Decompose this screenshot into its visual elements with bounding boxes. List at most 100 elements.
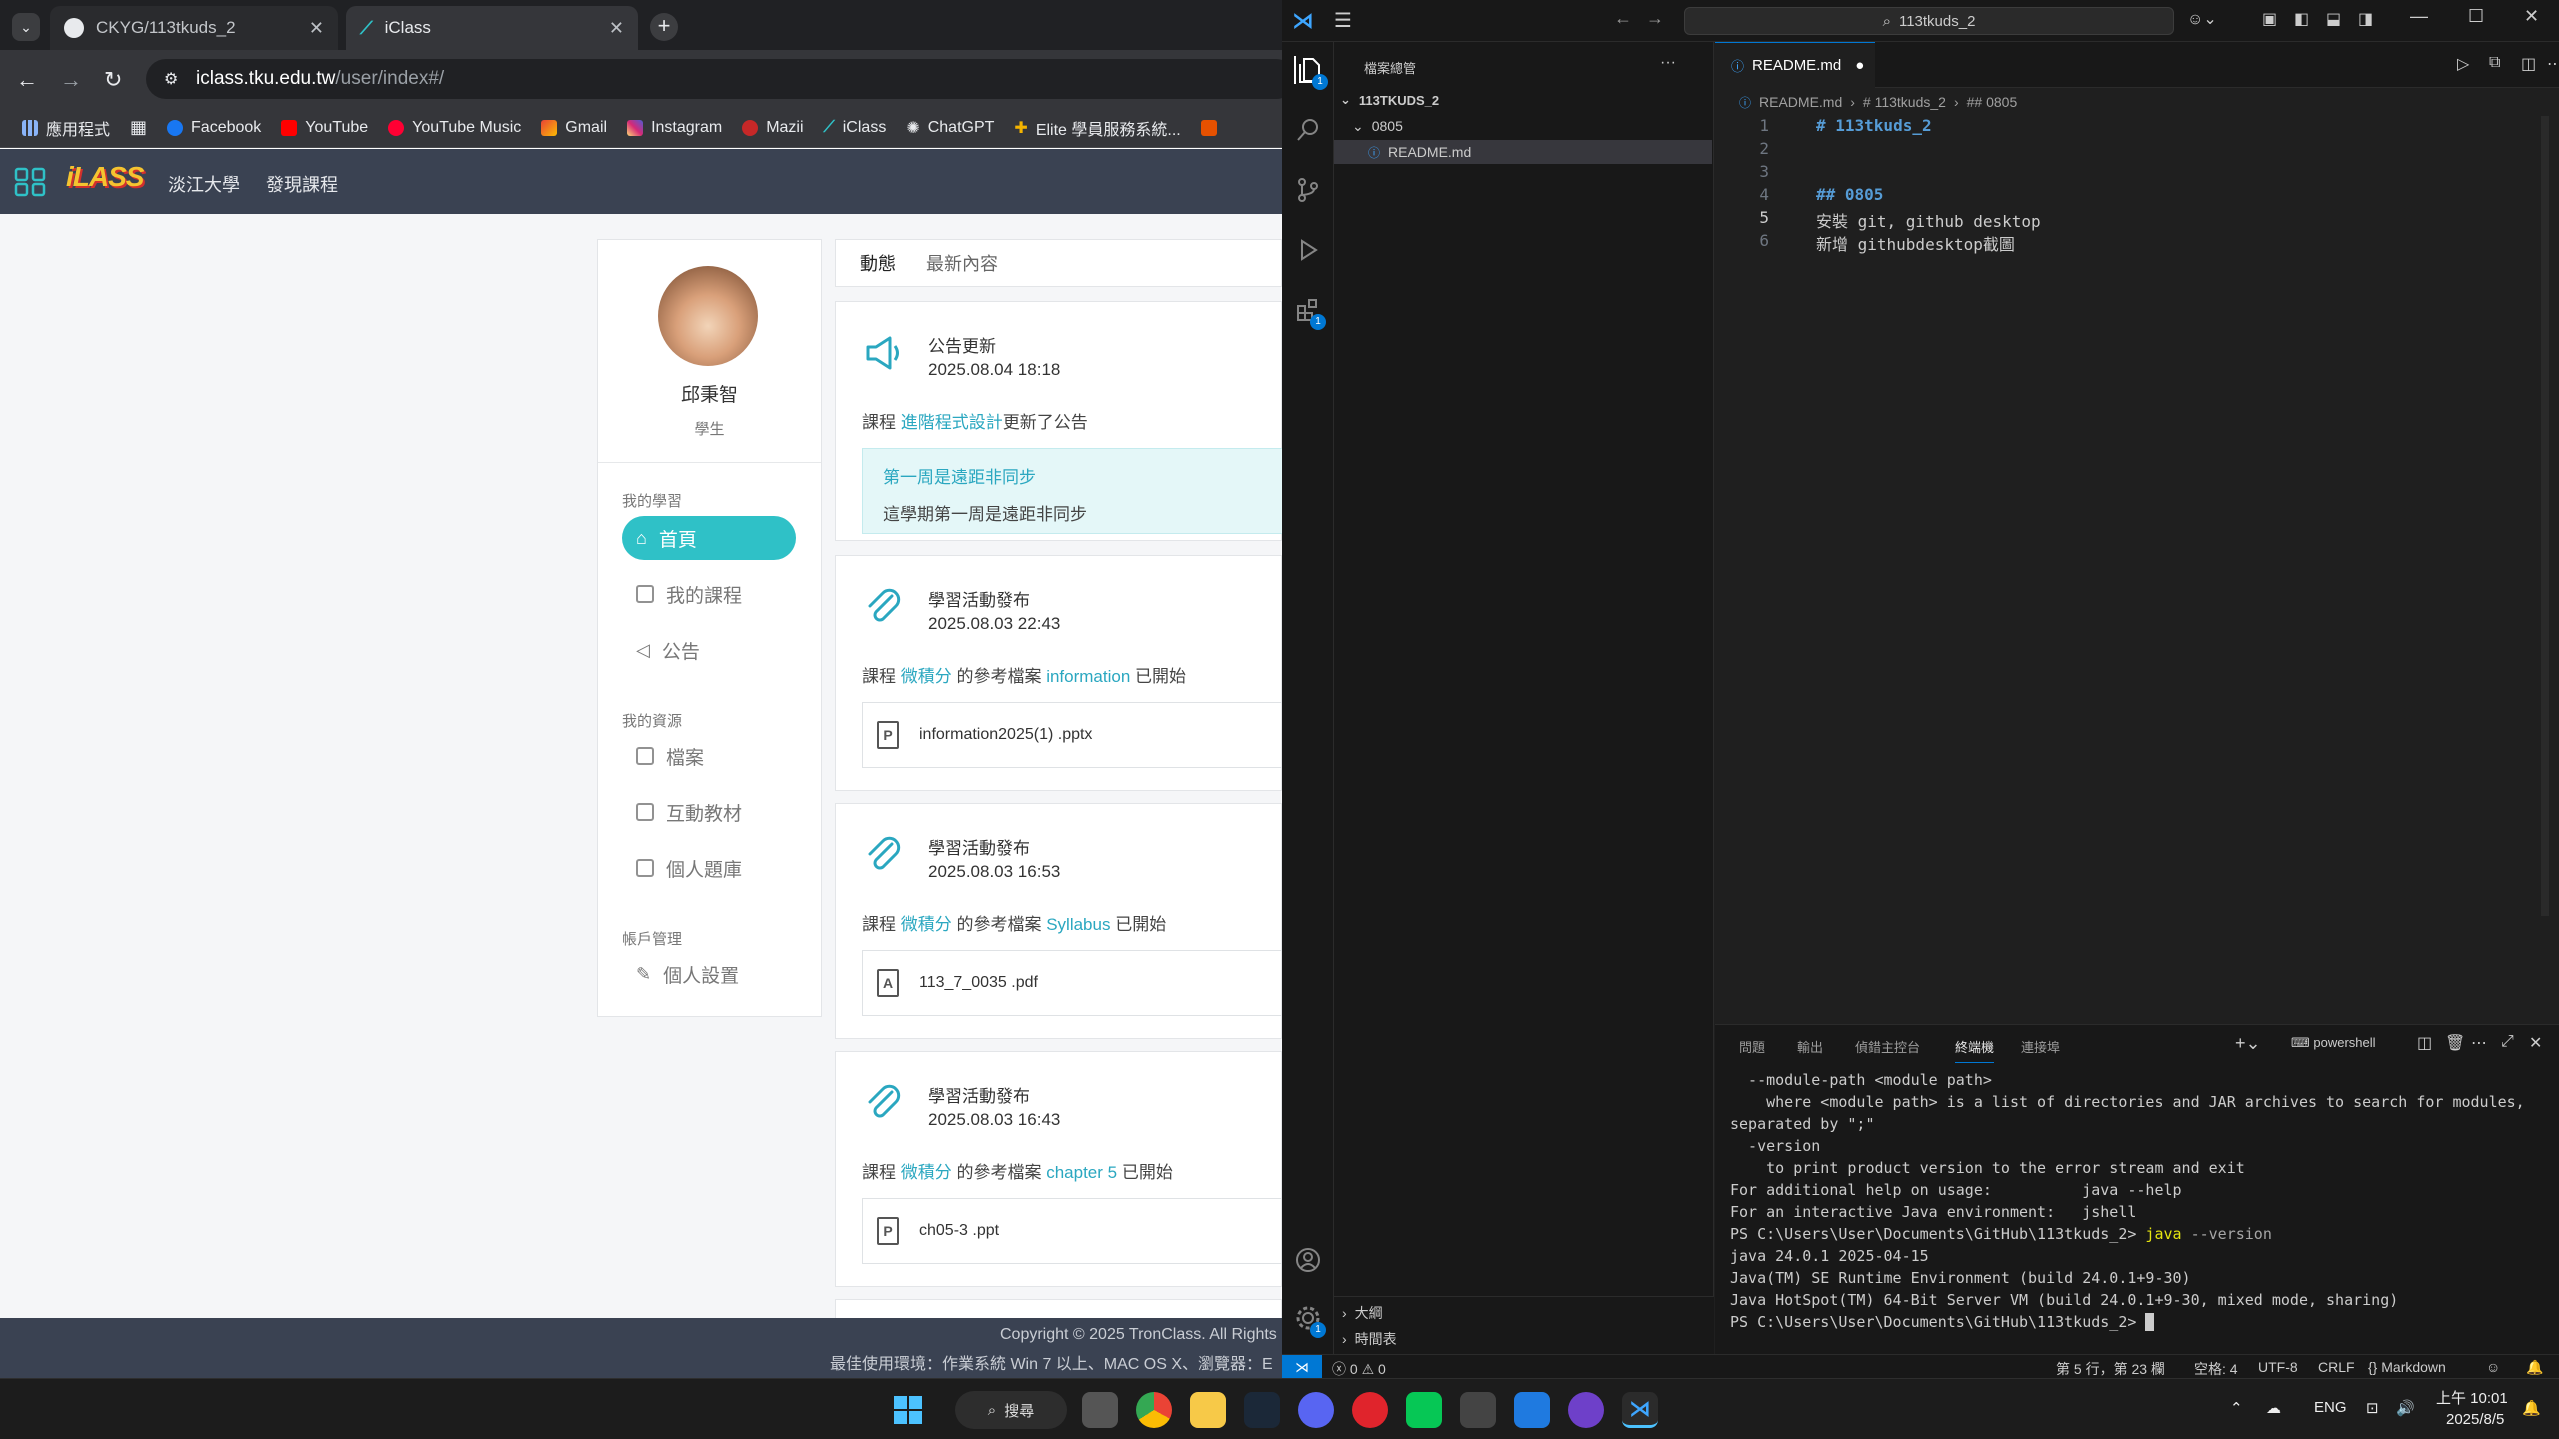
tab-ports[interactable]: 連接埠 <box>2021 1037 2060 1056</box>
network-icon[interactable]: ⊡ <box>2366 1399 2379 1417</box>
close-panel-icon[interactable]: ✕ <box>2529 1033 2542 1053</box>
breadcrumb-heading2[interactable]: ## 0805 <box>1967 94 2018 110</box>
back-icon[interactable]: ← <box>1614 8 1632 29</box>
open-preview-icon[interactable]: ⧉ <box>2489 54 2500 72</box>
menu-announcements[interactable]: ◁ 公告 <box>622 628 796 672</box>
extensions-icon[interactable]: 1 <box>1294 296 1326 330</box>
editor-scrollbar[interactable] <box>2541 116 2549 916</box>
nav-tku[interactable]: 淡江大學 <box>168 171 240 197</box>
taskbar-search[interactable]: ⌕ 搜尋 <box>955 1391 1067 1429</box>
layout-icon[interactable]: ▣ <box>2262 9 2277 29</box>
notification-icon[interactable]: 🔔 <box>2522 1399 2541 1417</box>
menu-question-bank[interactable]: 個人題庫 <box>622 846 796 890</box>
input-language[interactable]: ENG <box>2314 1399 2347 1416</box>
tab-problems[interactable]: 問題 <box>1739 1037 1765 1056</box>
code-line[interactable]: ## 0805 <box>1816 185 1883 204</box>
onedrive-icon[interactable]: ☁ <box>2266 1399 2281 1417</box>
course-link[interactable]: 進階程式設計 <box>901 413 1003 432</box>
code-editor[interactable]: 1 # 113tkuds_2 2 3 4 ## 0805 5 安裝 git, g… <box>1715 116 2559 1016</box>
problems-status[interactable]: ⓧ 0 ⚠ 0 <box>1332 1359 1386 1378</box>
bookmark-youtube-music[interactable]: YouTube Music <box>388 119 521 137</box>
apps-icon[interactable] <box>14 167 48 197</box>
reload-icon[interactable]: ↻ <box>104 67 122 93</box>
line-ending[interactable]: CRLF <box>2318 1359 2355 1375</box>
run-debug-icon[interactable] <box>1294 236 1322 264</box>
source-control-icon[interactable] <box>1294 176 1322 204</box>
cursor-position[interactable]: 第 5 行，第 23 欄 <box>2056 1359 2165 1378</box>
split-terminal-icon[interactable]: ◫ <box>2417 1033 2432 1053</box>
avatar[interactable] <box>658 266 758 366</box>
mail-icon[interactable] <box>1514 1392 1550 1428</box>
minimize-icon[interactable]: — <box>2410 6 2428 27</box>
menu-my-courses[interactable]: 我的課程 <box>622 572 796 616</box>
editor-tab-readme[interactable]: ⓘ README.md ● <box>1715 42 1875 88</box>
folder-0805[interactable]: ⌄ 0805 <box>1352 114 1403 138</box>
close-icon[interactable]: ✕ <box>309 18 324 39</box>
activity-link[interactable]: Syllabus <box>1046 915 1110 934</box>
copilot-icon[interactable]: ☺⌄ <box>2187 9 2217 29</box>
section-timeline[interactable]: › 時間表 <box>1342 1327 1397 1351</box>
trash-icon[interactable]: 🗑 <box>2445 1033 2465 1053</box>
discord-icon[interactable] <box>1298 1392 1334 1428</box>
menu-files[interactable]: 檔案 <box>622 734 796 778</box>
close-icon[interactable]: ✕ <box>609 18 624 39</box>
file-attachment[interactable]: Pinformation2025(1) .pptx <box>862 702 1282 768</box>
menu-interactive-materials[interactable]: 互動教材 <box>622 790 796 834</box>
more-actions-icon[interactable]: ⋯ <box>2547 54 2559 74</box>
tab-activity[interactable]: 動態 <box>860 250 896 276</box>
bookmark-gmail[interactable]: Gmail <box>541 119 607 137</box>
bookmark-elite[interactable]: ✚ Elite 學員服務系統... <box>1014 116 1180 140</box>
steam-icon[interactable] <box>1244 1392 1280 1428</box>
bookmark-facebook[interactable]: Facebook <box>167 119 261 137</box>
toggle-secondary-icon[interactable]: ◨ <box>2358 9 2373 29</box>
address-bar[interactable]: ⚙ iclass.tku.edu.tw/user/index#/ <box>146 59 1282 99</box>
windows-start-icon[interactable] <box>894 1396 922 1424</box>
run-icon[interactable]: ▷ <box>2457 54 2469 74</box>
volume-icon[interactable]: 🔊 <box>2396 1399 2415 1417</box>
tab-terminal[interactable]: 終端機 <box>1955 1037 1995 1063</box>
back-icon[interactable]: ← <box>16 67 38 93</box>
nav-discover-courses[interactable]: 發現課程 <box>266 171 338 197</box>
tab-search-button[interactable]: ⌄ <box>12 13 40 41</box>
more-actions-icon[interactable]: ··· <box>1660 54 1676 72</box>
bookmark-instagram[interactable]: Instagram <box>627 119 722 137</box>
menu-personal-settings[interactable]: ✎ 個人設置 <box>622 952 796 996</box>
bookmark-apps[interactable]: 應用程式 <box>22 116 110 140</box>
extension-icon[interactable] <box>1200 119 1217 136</box>
maximize-panel-icon[interactable]: ⤢ <box>2501 1033 2514 1051</box>
iclass-logo[interactable]: iLASS <box>66 161 144 203</box>
bookmark-mazii[interactable]: Mazii <box>742 119 804 137</box>
remote-icon[interactable]: ⋊ <box>1282 1355 1322 1378</box>
maximize-icon[interactable]: ☐ <box>2468 6 2484 27</box>
code-line[interactable]: # 113tkuds_2 <box>1816 116 1932 135</box>
bookmark-iclass[interactable]: ⟋ iClass <box>824 119 887 137</box>
tab-debug-console[interactable]: 偵錯主控台 <box>1855 1037 1920 1056</box>
terminal-shell[interactable]: ⌨ powershell <box>2291 1035 2376 1051</box>
clock-time[interactable]: 上午 10:01 <box>2436 1387 2508 1408</box>
site-info-icon[interactable]: ⚙ <box>164 69 178 89</box>
settings-gear-icon[interactable]: 1 <box>1294 1304 1326 1338</box>
command-center-search[interactable]: ⌕ 113tkuds_2 <box>1684 7 2174 35</box>
tab-github[interactable]: CKYG/113tkuds_2 ✕ <box>50 6 338 50</box>
code-line[interactable]: 安裝 git, github desktop <box>1816 208 2041 232</box>
chevron-up-icon[interactable]: ⌃ <box>2230 1399 2243 1417</box>
bookmark-chatgpt[interactable]: ✺ ChatGPT <box>906 118 994 138</box>
unsaved-dot-icon[interactable]: ● <box>1855 57 1864 74</box>
activity-link[interactable]: information <box>1046 667 1130 686</box>
file-explorer-icon[interactable] <box>1190 1392 1226 1428</box>
accounts-icon[interactable] <box>1294 1246 1322 1274</box>
copilot-status-icon[interactable]: ☺ <box>2486 1359 2500 1375</box>
workspace-root[interactable]: ⌄ 113TKUDS_2 <box>1340 88 1439 112</box>
tab-groups-icon[interactable]: ▦ <box>130 117 147 138</box>
toggle-panel-icon[interactable]: ⬓ <box>2326 9 2341 29</box>
breadcrumb-file[interactable]: README.md <box>1759 94 1842 110</box>
search-icon[interactable] <box>1294 116 1322 144</box>
course-link[interactable]: 微積分 <box>901 1163 952 1182</box>
file-attachment[interactable]: Pch05-3 .ppt <box>862 1198 1282 1264</box>
menu-icon[interactable]: ☰ <box>1334 8 1352 33</box>
new-terminal-icon[interactable]: +⌄ <box>2235 1033 2261 1054</box>
unity-icon[interactable] <box>1460 1392 1496 1428</box>
tab-iclass[interactable]: ⟋ iClass ✕ <box>346 6 638 50</box>
bell-icon[interactable]: 🔔 <box>2526 1359 2543 1376</box>
line-icon[interactable] <box>1406 1392 1442 1428</box>
